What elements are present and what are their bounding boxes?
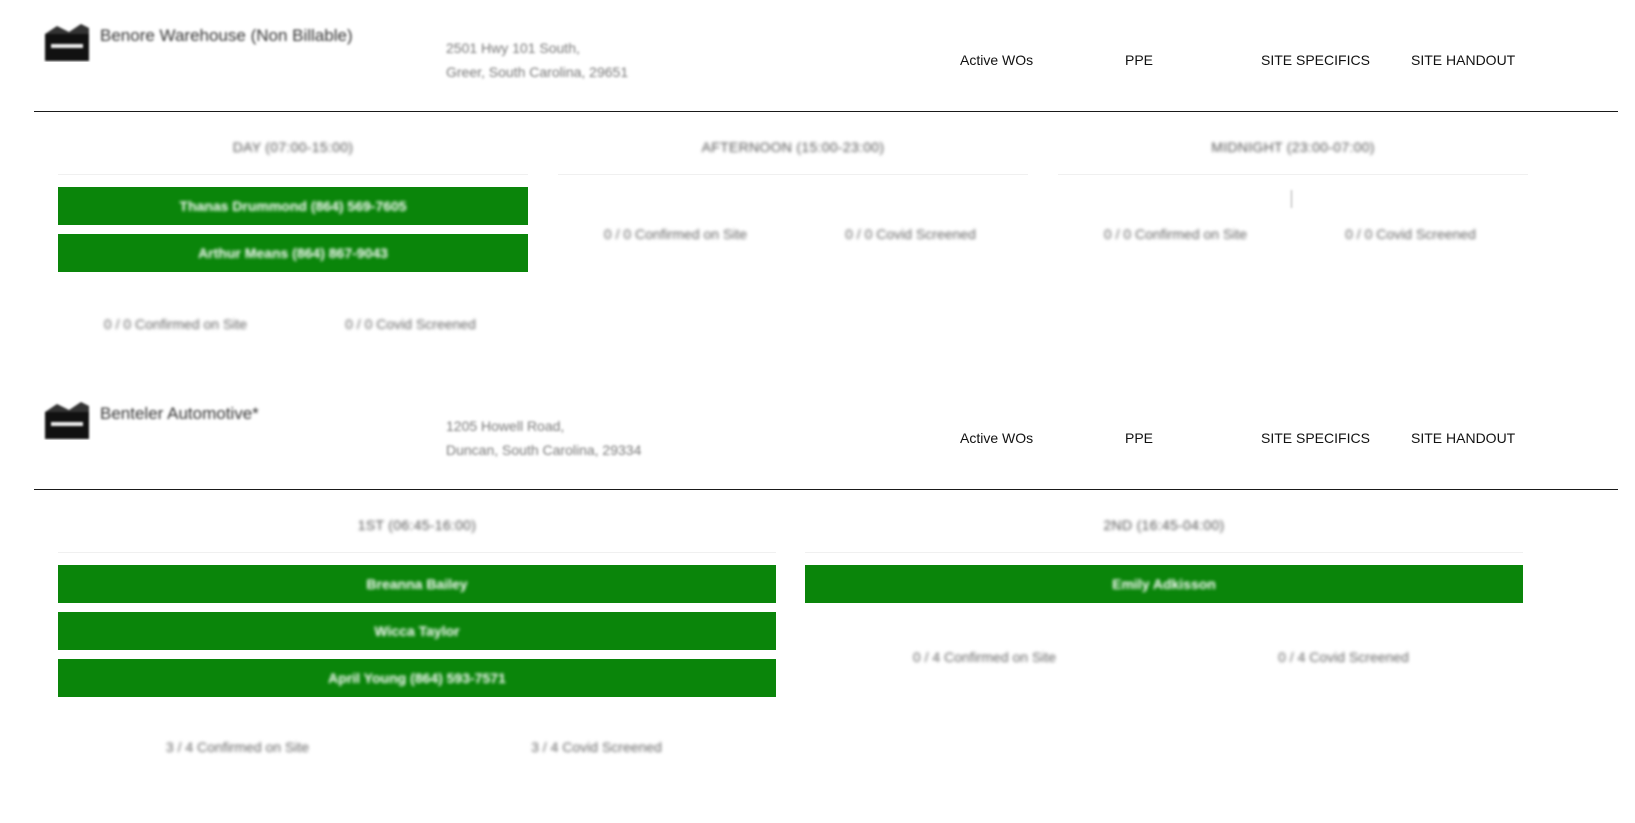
divider [805,552,1523,553]
confirmed-on-site-count: 0 / 0 Confirmed on Site [603,226,748,242]
site-specifics-link[interactable]: SITE SPECIFICS [1261,430,1370,446]
site-handout-link[interactable]: SITE HANDOUT [1411,52,1515,68]
tech-label: Arthur Means (864) 867-9043 [198,245,388,261]
tech-list: Breanna Bailey Wicca Taylor April Young … [58,565,776,706]
site-address: 1205 Howell Road, Duncan, South Carolina… [446,414,641,462]
site-handout-link[interactable]: SITE HANDOUT [1411,430,1515,446]
tech-button[interactable]: Emily Adkisson [805,565,1523,603]
covid-screened-count: 0 / 4 Covid Screened [1278,649,1409,665]
site-name[interactable]: Benore Warehouse (Non Billable) [100,26,353,46]
active-wos-link[interactable]: Active WOs [960,430,1033,446]
shift-stats: 0 / 0 Confirmed on Site 0 / 0 Covid Scre… [58,316,528,332]
tech-button[interactable]: Thanas Drummond (864) 569-7605 [58,187,528,225]
ppe-link[interactable]: PPE [1125,52,1153,68]
site-header: Benore Warehouse (Non Billable) 2501 Hwy… [34,16,1618,112]
address-line: 2501 Hwy 101 South, [446,40,580,56]
tech-button[interactable]: April Young (864) 593-7571 [58,659,776,697]
tech-list: Thanas Drummond (864) 569-7605 Arthur Me… [58,187,528,281]
building-icon [45,402,89,439]
shift-title: MIDNIGHT (23:00-07:00) [1211,139,1375,155]
tech-label: Breanna Bailey [366,576,468,592]
shift-column: 2ND (16:45-04:00) Emily Adkisson 0 / 4 C… [805,490,1523,820]
shift-title: DAY (07:00-15:00) [232,139,354,155]
confirmed-on-site-count: 0 / 0 Confirmed on Site [1103,226,1248,242]
divider [558,174,1028,175]
shift-column: MIDNIGHT (23:00-07:00) 0 / 0 Confirmed o… [1058,112,1528,352]
tech-button[interactable]: Breanna Bailey [58,565,776,603]
tech-label: Wicca Taylor [374,623,460,639]
covid-screened-count: 3 / 4 Covid Screened [531,739,662,755]
confirmed-on-site-count: 3 / 4 Confirmed on Site [165,739,310,755]
shift-stats: 3 / 4 Confirmed on Site 3 / 4 Covid Scre… [58,739,776,755]
active-wos-link[interactable]: Active WOs [960,52,1033,68]
site-header: Benteler Automotive* 1205 Howell Road, D… [34,394,1618,490]
shift-title: 2ND (16:45-04:00) [1103,517,1225,533]
site-card: Benteler Automotive* 1205 Howell Road, D… [34,394,1618,755]
site-card: Benore Warehouse (Non Billable) 2501 Hwy… [34,16,1618,332]
confirmed-on-site-count: 0 / 4 Confirmed on Site [912,649,1057,665]
address-line: Greer, South Carolina, 29651 [446,64,629,80]
tech-button[interactable]: Arthur Means (864) 867-9043 [58,234,528,272]
shift-title: AFTERNOON (15:00-23:00) [701,139,885,155]
confirmed-on-site-count: 0 / 0 Confirmed on Site [103,316,248,332]
tech-label: Thanas Drummond (864) 569-7605 [179,198,407,214]
tech-list: Emily Adkisson [805,565,1523,612]
ppe-link[interactable]: PPE [1125,430,1153,446]
covid-screened-count: 0 / 0 Covid Screened [1345,226,1476,242]
site-name[interactable]: Benteler Automotive* [100,404,259,424]
site-specifics-link[interactable]: SITE SPECIFICS [1261,52,1370,68]
shift-column: AFTERNOON (15:00-23:00) 0 / 0 Confirmed … [558,112,1028,352]
shift-column: 1ST (06:45-16:00) Breanna Bailey Wicca T… [58,490,776,820]
shift-stats: 0 / 4 Confirmed on Site 0 / 4 Covid Scre… [805,649,1523,665]
divider [58,552,776,553]
shift-column: DAY (07:00-15:00) Thanas Drummond (864) … [58,112,528,352]
divider [1058,174,1528,175]
shift-title: 1ST (06:45-16:00) [357,517,477,533]
tech-label: April Young (864) 593-7571 [328,670,506,686]
address-line: Duncan, South Carolina, 29334 [446,442,642,458]
covid-screened-count: 0 / 0 Covid Screened [845,226,976,242]
address-line: 1205 Howell Road, [446,418,565,434]
site-address: 2501 Hwy 101 South, Greer, South Carolin… [446,36,628,84]
shift-stats: 0 / 0 Confirmed on Site 0 / 0 Covid Scre… [558,226,1028,242]
tech-button[interactable]: Wicca Taylor [58,612,776,650]
tech-label: Emily Adkisson [1112,576,1216,592]
divider [58,174,528,175]
covid-screened-count: 0 / 0 Covid Screened [345,316,476,332]
cursor-mark [1291,190,1292,208]
shift-stats: 0 / 0 Confirmed on Site 0 / 0 Covid Scre… [1058,226,1528,242]
building-icon [45,24,89,61]
